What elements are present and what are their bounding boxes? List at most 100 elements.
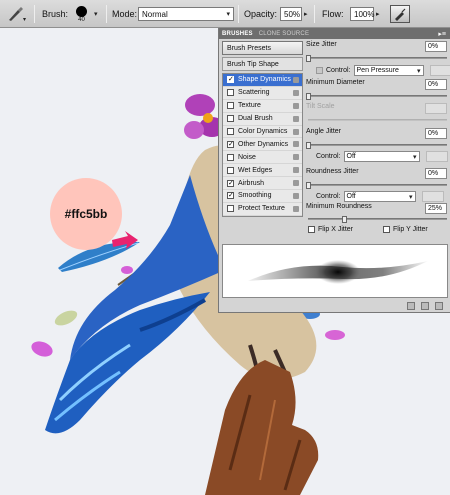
mode-select[interactable]: Normal ▾ <box>138 7 234 21</box>
angle-control-select[interactable]: Off ▾ <box>343 151 420 162</box>
minimum-diameter-label: Minimum Diameter <box>306 79 365 86</box>
angle-jitter-label: Angle Jitter <box>306 128 342 135</box>
brush-size: 40 <box>78 16 85 23</box>
lock-icon[interactable] <box>293 205 299 212</box>
size-control-select[interactable]: Pen Pressure ▾ <box>353 65 424 76</box>
brush-option-shape-dynamics[interactable]: ✓ Shape Dynamics <box>223 74 302 87</box>
brush-option-smoothing[interactable]: ✓ Smoothing <box>223 190 302 203</box>
lock-icon[interactable] <box>293 102 299 109</box>
size-jitter-thumb[interactable] <box>306 55 311 62</box>
brush-option-label: Scattering <box>238 89 270 97</box>
brush-tool-preset-button[interactable]: ▾ <box>6 0 28 28</box>
lock-icon[interactable] <box>293 128 299 135</box>
roundness-jitter-slider[interactable] <box>308 184 447 186</box>
roundness-control-select[interactable]: Off ▾ <box>343 191 416 202</box>
brush-option-color-dynamics[interactable]: Color Dynamics <box>223 126 302 139</box>
airbrush-toggle-button[interactable] <box>390 5 410 23</box>
checkbox[interactable] <box>227 153 234 161</box>
lock-icon[interactable] <box>293 154 299 161</box>
tab-brushes[interactable]: BRUSHES <box>222 31 253 37</box>
color-swatch-label: #ffc5bb <box>64 207 108 221</box>
checkbox-box <box>383 226 390 233</box>
brush-option-scattering[interactable]: Scattering <box>223 87 302 100</box>
panel-menu-icon[interactable]: ▸≡ <box>438 30 450 38</box>
flow-input[interactable]: 100% <box>350 7 374 21</box>
angle-fade-input <box>425 151 448 162</box>
opacity-input[interactable]: 50% <box>280 7 302 21</box>
delete-brush-icon[interactable] <box>435 302 443 310</box>
brush-option-wet-edges[interactable]: Wet Edges <box>223 164 302 178</box>
brush-option-label: Dual Brush <box>238 115 273 123</box>
brush-option-label: Noise <box>238 153 256 161</box>
separator <box>314 5 315 23</box>
brush-options-list: Brush Presets Brush Tip Shape ✓ Shape Dyn… <box>222 41 303 241</box>
panel-footer <box>219 300 450 312</box>
lock-icon[interactable] <box>293 180 299 187</box>
checkbox[interactable]: ✓ <box>227 179 234 187</box>
brush-preview-dot <box>76 5 87 17</box>
flow-label: Flow: <box>322 9 344 19</box>
chevron-down-icon: ▾ <box>413 153 417 161</box>
lock-icon[interactable] <box>293 167 299 174</box>
brush-option-noise[interactable]: Noise <box>223 151 302 165</box>
size-jitter-input[interactable]: 0% <box>425 41 447 52</box>
brush-option-label: Smoothing <box>238 192 272 200</box>
checkbox[interactable] <box>227 166 234 174</box>
lock-icon[interactable] <box>293 77 299 83</box>
flow-slider-arrow-icon[interactable]: ▸ <box>376 10 380 18</box>
angle-jitter-slider[interactable] <box>308 144 447 146</box>
checkbox[interactable]: ✓ <box>227 140 234 148</box>
brush-option-texture[interactable]: Texture <box>223 100 302 113</box>
checkbox[interactable] <box>227 115 234 123</box>
tilt-scale-slider <box>308 119 447 121</box>
minimum-roundness-thumb[interactable] <box>342 216 347 223</box>
brush-picker[interactable]: 40 <box>76 0 87 28</box>
roundness-jitter-input[interactable]: 0% <box>425 168 447 179</box>
size-control-label: Control: <box>326 67 351 74</box>
brush-presets-button[interactable]: Brush Presets <box>222 41 303 55</box>
lock-icon[interactable] <box>293 115 299 122</box>
brush-tool-icon: ▾ <box>9 7 26 23</box>
brush-picker-arrow-icon[interactable]: ▾ <box>94 10 98 18</box>
checkbox[interactable] <box>227 102 234 110</box>
minimum-diameter-slider[interactable] <box>308 95 447 97</box>
brush-option-label: Airbrush <box>238 179 265 187</box>
opacity-slider-arrow-icon[interactable]: ▸ <box>304 10 308 18</box>
roundness-control-label: Control: <box>316 193 341 200</box>
angle-jitter-input[interactable]: 0% <box>425 128 447 139</box>
brush-option-airbrush[interactable]: ✓ Airbrush <box>223 177 302 191</box>
new-brush-icon[interactable] <box>421 302 429 310</box>
roundness-jitter-thumb[interactable] <box>306 182 311 189</box>
minimum-roundness-slider[interactable] <box>308 218 447 220</box>
checkbox[interactable] <box>227 128 234 135</box>
svg-text:▾: ▾ <box>23 16 26 23</box>
brush-tip-shape-item[interactable]: Brush Tip Shape <box>222 57 303 71</box>
brush-option-label: Other Dynamics <box>238 140 289 148</box>
panel-tabs: BRUSHES CLONE SOURCE ▸≡ <box>219 28 450 39</box>
checkbox[interactable] <box>227 89 234 97</box>
checkbox[interactable]: ✓ <box>227 76 234 84</box>
flip-x-checkbox[interactable]: Flip X Jitter <box>308 226 353 233</box>
lock-icon[interactable] <box>293 141 299 148</box>
flip-y-checkbox[interactable]: Flip Y Jitter <box>383 226 428 233</box>
airbrush-icon <box>395 8 406 21</box>
lock-icon[interactable] <box>293 193 299 200</box>
brush-option-dual-brush[interactable]: Dual Brush <box>223 113 302 126</box>
lock-icon[interactable] <box>293 89 299 96</box>
checkbox[interactable] <box>227 205 234 213</box>
minimum-roundness-input[interactable]: 25% <box>425 203 447 214</box>
checkbox[interactable]: ✓ <box>227 192 234 200</box>
separator <box>238 5 239 23</box>
warning-icon <box>316 67 323 74</box>
brush-option-label: Protect Texture <box>238 205 285 213</box>
minimum-diameter-thumb[interactable] <box>306 93 311 100</box>
tab-clone-source[interactable]: CLONE SOURCE <box>259 31 309 37</box>
size-jitter-slider[interactable] <box>308 57 447 59</box>
brush-option-protect-texture[interactable]: Protect Texture <box>223 203 302 216</box>
minimum-diameter-input[interactable]: 0% <box>425 79 447 90</box>
stroke-preview-graphic <box>248 260 428 284</box>
angle-jitter-thumb[interactable] <box>306 142 311 149</box>
brush-option-label: Color Dynamics <box>238 128 288 135</box>
toggle-brush-panel-icon[interactable] <box>407 302 415 310</box>
brush-option-other-dynamics[interactable]: ✓ Other Dynamics <box>223 138 302 152</box>
